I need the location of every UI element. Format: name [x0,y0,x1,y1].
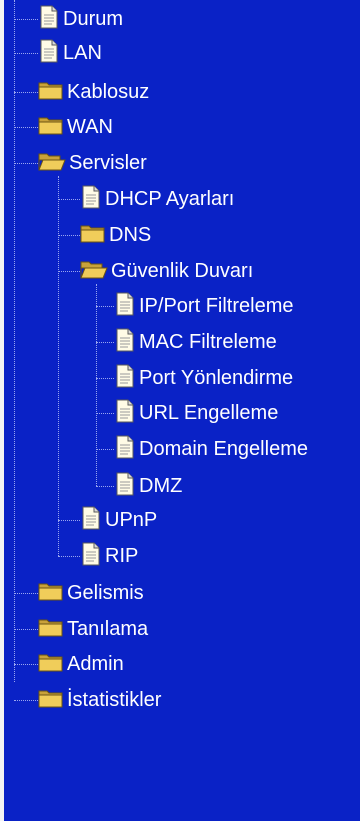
tree-branch-line-admin [14,664,38,665]
tree-item-label: Admin [67,653,124,675]
tree-item-admin[interactable]: Admin [38,647,124,681]
document-icon [38,5,60,34]
tree-item-label: IP/Port Filtreleme [139,295,294,317]
tree-item-istatistikler[interactable]: İstatistikler [38,683,161,717]
tree-item-label: UPnP [105,509,158,531]
tree-branch-line-istatistikler [14,700,38,701]
tree-branch-line-domain [96,449,114,450]
tree-item-label: Port Yönlendirme [139,367,294,389]
tree-branch-line-dmz [96,486,114,487]
tree-item-dns[interactable]: DNS [80,218,151,252]
tree-item-kablosuz[interactable]: Kablosuz [38,75,149,109]
document-icon [114,364,136,393]
tree-branch-line-wan [14,127,38,128]
tree-branch-line-dns [58,235,80,236]
tree-item-gelismis[interactable]: Gelismis [38,576,144,610]
tree-item-rip[interactable]: RIP [80,539,138,573]
tree-item-mac-filtreleme[interactable]: MAC Filtreleme [114,325,277,359]
tree-item-upnp[interactable]: UPnP [80,503,157,537]
navigation-tree: Durum LAN Kablosuz WAN Servisler DHCP Ay… [0,0,360,821]
tree-item-label: Domain Engelleme [139,438,308,460]
tree-item-label: Tanılama [67,618,149,640]
tree-item-url-engelleme[interactable]: URL Engelleme [114,396,278,430]
document-icon [114,292,136,321]
folder-icon [38,114,64,141]
document-icon [38,39,60,68]
document-icon [114,435,136,464]
tree-branch-line-servisler [14,163,38,164]
tree-item-port-yonlendirme[interactable]: Port Yönlendirme [114,361,293,395]
tree-item-label: Kablosuz [67,81,150,103]
folder-icon [80,222,106,249]
tree-item-wan[interactable]: WAN [38,110,113,144]
tree-branch-line-durum [14,19,38,20]
document-icon [80,185,102,214]
tree-item-lan[interactable]: LAN [38,36,102,70]
tree-item-dhcp[interactable]: DHCP Ayarları [80,182,234,216]
tree-item-label: DMZ [139,475,183,497]
folder-icon [38,651,64,678]
tree-branch-line-tanilama [14,629,38,630]
tree-branch-line-ip-port [96,306,114,307]
tree-item-tanilama[interactable]: Tanılama [38,612,148,646]
document-icon [114,328,136,357]
document-icon [80,506,102,535]
tree-branch-line-mac [96,342,114,343]
tree-branch-line-upnp [58,520,80,521]
folder-icon [38,687,64,714]
document-icon [80,542,102,571]
tree-item-label: DNS [109,224,152,246]
tree-branch-line-lan [14,53,38,54]
folder-icon [38,580,64,607]
tree-item-guvenlik-duvari[interactable]: Güvenlik Duvarı [80,254,253,288]
open-folder-icon [38,150,66,177]
tree-item-label: MAC Filtreleme [139,331,277,353]
tree-item-servisler[interactable]: Servisler [38,146,147,180]
tree-item-label: Güvenlik Duvarı [111,260,254,282]
tree-item-label: URL Engelleme [139,402,279,424]
tree-item-label: LAN [63,42,102,64]
tree-item-label: Durum [63,8,124,30]
tree-branch-line-kablosuz [14,92,38,93]
folder-icon [38,79,64,106]
tree-guide-line-root [14,0,15,682]
tree-item-dmz[interactable]: DMZ [114,469,182,503]
tree-item-label: İstatistikler [67,689,162,711]
tree-item-domain-engelleme[interactable]: Domain Engelleme [114,432,308,466]
open-folder-icon [80,258,108,285]
tree-item-label: Servisler [69,152,147,174]
tree-branch-line-url [96,413,114,414]
document-icon [114,399,136,428]
tree-item-durum[interactable]: Durum [38,2,123,36]
tree-branch-line-gelismis [14,593,38,594]
tree-item-label: Gelismis [67,582,144,604]
tree-guide-line-servisler [58,176,59,556]
folder-icon [38,616,64,643]
tree-branch-line-dhcp [58,199,80,200]
tree-item-label: DHCP Ayarları [105,188,235,210]
tree-item-label: RIP [105,545,139,567]
tree-branch-line-rip [58,556,80,557]
tree-guide-line-guvenlik [96,284,97,486]
panel-edge [0,0,4,821]
tree-item-label: WAN [67,116,113,138]
tree-branch-line-guvenlik [58,271,80,272]
document-icon [114,472,136,501]
tree-item-ip-port-filtreleme[interactable]: IP/Port Filtreleme [114,289,293,323]
tree-branch-line-port [96,378,114,379]
